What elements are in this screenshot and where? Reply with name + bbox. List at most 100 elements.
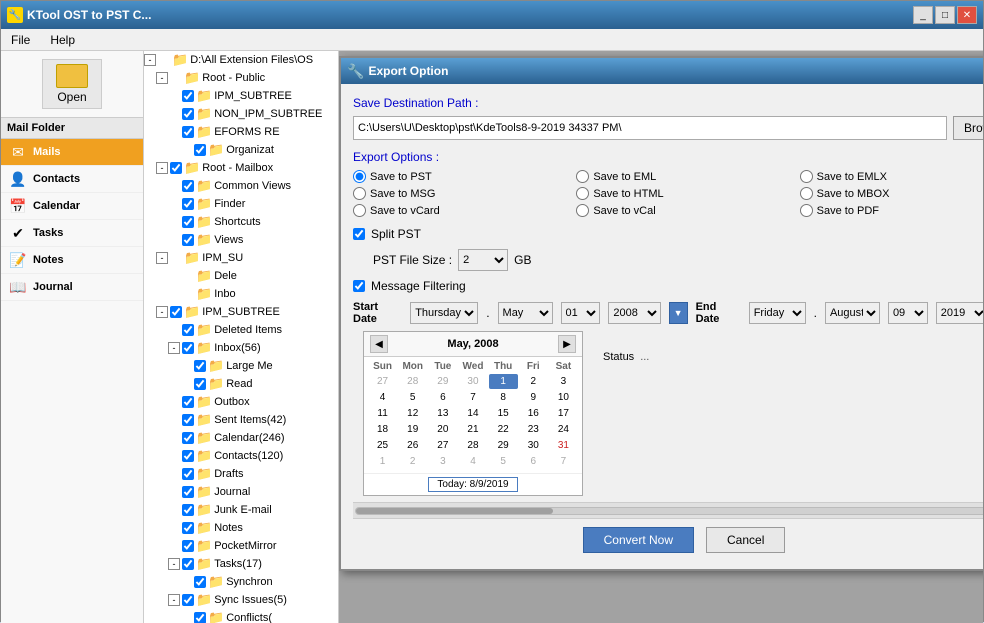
- calendar-day[interactable]: 2: [398, 454, 427, 469]
- expand-btn[interactable]: -: [168, 594, 180, 606]
- tree-node[interactable]: 📁Journal: [144, 483, 338, 501]
- tree-node[interactable]: 📁Organizat: [144, 141, 338, 159]
- calendar-day[interactable]: 7: [458, 390, 487, 405]
- tree-node[interactable]: 📁EFORMS RE: [144, 123, 338, 141]
- tree-node[interactable]: -📁Tasks(17): [144, 555, 338, 573]
- calendar-day[interactable]: 28: [398, 374, 427, 389]
- tree-checkbox[interactable]: [182, 180, 194, 192]
- tree-node[interactable]: 📁Shortcuts: [144, 213, 338, 231]
- calendar-day[interactable]: 14: [458, 406, 487, 421]
- tree-checkbox[interactable]: [182, 540, 194, 552]
- tree-checkbox[interactable]: [182, 432, 194, 444]
- calendar-day[interactable]: 5: [489, 454, 518, 469]
- calendar-day[interactable]: 3: [549, 374, 578, 389]
- expand-btn[interactable]: -: [168, 342, 180, 354]
- tree-node[interactable]: -📁D:\All Extension Files\OS: [144, 51, 338, 69]
- tree-checkbox[interactable]: [170, 306, 182, 318]
- tree-node[interactable]: 📁Notes: [144, 519, 338, 537]
- radio-pdf[interactable]: [800, 204, 813, 217]
- tree-checkbox[interactable]: [182, 450, 194, 462]
- end-month-select[interactable]: August: [825, 302, 880, 324]
- tree-node[interactable]: 📁NON_IPM_SUBTREE: [144, 105, 338, 123]
- calendar-day[interactable]: 6: [428, 390, 457, 405]
- start-day-select[interactable]: 01: [561, 302, 601, 324]
- expand-btn[interactable]: -: [156, 306, 168, 318]
- end-day-select[interactable]: 09: [888, 302, 928, 324]
- calendar-day[interactable]: 4: [458, 454, 487, 469]
- calendar-day[interactable]: 13: [428, 406, 457, 421]
- tree-checkbox[interactable]: [182, 234, 194, 246]
- tree-checkbox[interactable]: [182, 126, 194, 138]
- radio-msg[interactable]: [353, 187, 366, 200]
- close-button[interactable]: ✕: [957, 6, 977, 24]
- tree-node[interactable]: 📁Drafts: [144, 465, 338, 483]
- sidebar-item-contacts[interactable]: 👤 Contacts: [1, 166, 143, 193]
- browse-button[interactable]: Browse: [953, 116, 983, 140]
- calendar-prev-button[interactable]: ◀: [370, 335, 388, 353]
- end-day-name-select[interactable]: Friday: [749, 302, 806, 324]
- calendar-day[interactable]: 28: [458, 438, 487, 453]
- tree-node[interactable]: 📁Finder: [144, 195, 338, 213]
- tree-node[interactable]: -📁Sync Issues(5): [144, 591, 338, 609]
- open-button[interactable]: Open: [42, 59, 102, 109]
- calendar-next-button[interactable]: ▶: [558, 335, 576, 353]
- calendar-day[interactable]: 9: [519, 390, 548, 405]
- end-year-select[interactable]: 2019: [936, 302, 983, 324]
- tree-checkbox[interactable]: [182, 522, 194, 534]
- tree-node[interactable]: 📁Read: [144, 375, 338, 393]
- tree-checkbox[interactable]: [194, 360, 206, 372]
- pst-size-select[interactable]: 2 1 3 4 5: [458, 249, 508, 271]
- radio-mbox[interactable]: [800, 187, 813, 200]
- calendar-day[interactable]: 30: [519, 438, 548, 453]
- message-filtering-checkbox[interactable]: [353, 280, 365, 292]
- calendar-day[interactable]: 25: [368, 438, 397, 453]
- tree-node[interactable]: 📁Inbo: [144, 285, 338, 303]
- tree-node[interactable]: -📁Root - Mailbox: [144, 159, 338, 177]
- tree-checkbox[interactable]: [170, 162, 182, 174]
- calendar-day[interactable]: 30: [458, 374, 487, 389]
- maximize-button[interactable]: □: [935, 6, 955, 24]
- menu-help[interactable]: Help: [44, 31, 81, 49]
- expand-btn[interactable]: -: [168, 558, 180, 570]
- calendar-day[interactable]: 19: [398, 422, 427, 437]
- tree-checkbox[interactable]: [194, 576, 206, 588]
- menu-file[interactable]: File: [5, 31, 36, 49]
- tree-node[interactable]: 📁Large Me: [144, 357, 338, 375]
- tree-node[interactable]: 📁Common Views: [144, 177, 338, 195]
- calendar-day[interactable]: 31: [549, 438, 578, 453]
- expand-btn[interactable]: -: [156, 162, 168, 174]
- tree-node[interactable]: -📁Root - Public: [144, 69, 338, 87]
- tree-checkbox[interactable]: [194, 612, 206, 623]
- calendar-day[interactable]: 1: [368, 454, 397, 469]
- tree-checkbox[interactable]: [182, 414, 194, 426]
- path-input[interactable]: [353, 116, 947, 140]
- calendar-day[interactable]: 20: [428, 422, 457, 437]
- expand-btn[interactable]: -: [156, 252, 168, 264]
- start-year-select[interactable]: 2008: [608, 302, 660, 324]
- tree-checkbox[interactable]: [182, 558, 194, 570]
- tree-checkbox[interactable]: [182, 468, 194, 480]
- calendar-day[interactable]: 22: [489, 422, 518, 437]
- horizontal-scrollbar[interactable]: [353, 502, 983, 518]
- radio-vcard[interactable]: [353, 204, 366, 217]
- tree-node[interactable]: 📁IPM_SUBTREE: [144, 87, 338, 105]
- calendar-day[interactable]: 7: [549, 454, 578, 469]
- calendar-day[interactable]: 11: [368, 406, 397, 421]
- calendar-day[interactable]: 29: [428, 374, 457, 389]
- calendar-day[interactable]: 26: [398, 438, 427, 453]
- calendar-today-label[interactable]: Today: 8/9/2019: [428, 477, 517, 492]
- tree-node[interactable]: 📁Views: [144, 231, 338, 249]
- tree-node[interactable]: 📁Synchron: [144, 573, 338, 591]
- tree-node[interactable]: -📁Inbox(56): [144, 339, 338, 357]
- radio-emlx[interactable]: [800, 170, 813, 183]
- calendar-day[interactable]: 1: [489, 374, 518, 389]
- expand-btn[interactable]: -: [156, 72, 168, 84]
- expand-btn[interactable]: -: [144, 54, 156, 66]
- tree-checkbox[interactable]: [182, 486, 194, 498]
- calendar-day[interactable]: 23: [519, 422, 548, 437]
- calendar-day[interactable]: 27: [368, 374, 397, 389]
- calendar-day[interactable]: 3: [428, 454, 457, 469]
- radio-eml[interactable]: [576, 170, 589, 183]
- sidebar-item-tasks[interactable]: ✔ Tasks: [1, 220, 143, 247]
- tree-node[interactable]: 📁Dele: [144, 267, 338, 285]
